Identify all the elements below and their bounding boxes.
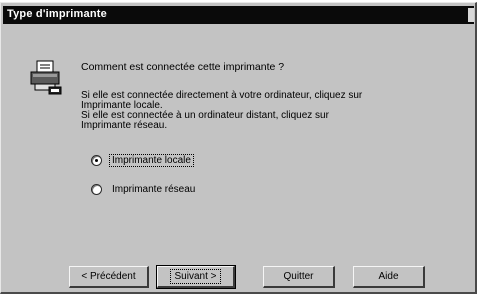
description-line: Imprimante réseau. <box>81 120 168 131</box>
title-bar[interactable]: Type d'imprimante <box>3 6 474 24</box>
radio-label-local[interactable]: Imprimante locale <box>109 153 194 167</box>
radio-network-printer[interactable]: Imprimante réseau <box>91 182 197 196</box>
description-text: Si elle est connectée directement à votr… <box>81 91 381 131</box>
help-button[interactable]: Aide <box>353 266 425 288</box>
close-icon[interactable] <box>468 8 474 22</box>
radio-button-checked[interactable] <box>91 154 102 166</box>
printer-icon <box>30 60 62 95</box>
printer-type-dialog: Type d'imprimante Comment est connectée … <box>0 2 477 294</box>
radio-local-printer[interactable]: Imprimante locale <box>91 153 194 167</box>
back-button-label: < Précédent <box>81 271 136 282</box>
next-button-label: Suivant > <box>169 269 222 284</box>
help-button-label: Aide <box>378 271 399 282</box>
question-text: Comment est connectée cette imprimante ? <box>81 61 285 73</box>
quit-button[interactable]: Quitter <box>263 266 335 288</box>
window-title: Type d'imprimante <box>7 8 107 20</box>
back-button[interactable]: < Précédent <box>69 266 149 288</box>
quit-button-label: Quitter <box>283 271 314 282</box>
radio-label-network[interactable]: Imprimante réseau <box>110 184 197 195</box>
next-button[interactable]: Suivant > <box>156 265 236 289</box>
radio-button-unchecked[interactable] <box>91 183 102 195</box>
